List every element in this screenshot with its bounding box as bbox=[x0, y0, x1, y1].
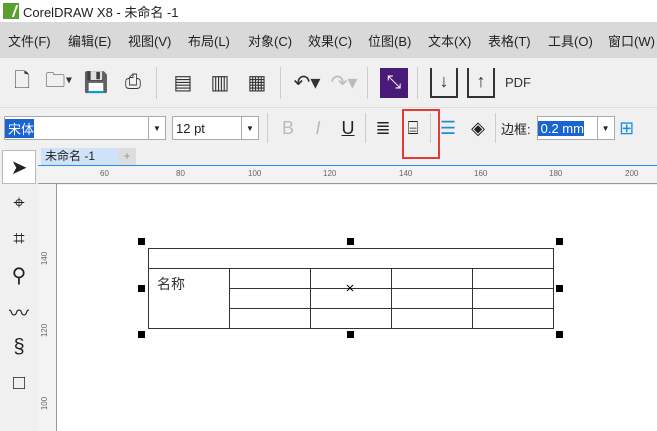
selection-handle[interactable] bbox=[347, 331, 354, 338]
border-width-select[interactable]: 0.2 mm ▼ bbox=[536, 116, 615, 140]
import-icon[interactable]: ↓ bbox=[430, 67, 458, 98]
coreldraw-logo-icon bbox=[3, 3, 19, 19]
underline-button[interactable]: U bbox=[336, 115, 360, 141]
ruler-label: 120 bbox=[40, 323, 50, 338]
freehand-tool-icon[interactable]: 〰 bbox=[2, 294, 36, 328]
crop-tool-icon[interactable]: ⌗ bbox=[2, 222, 36, 256]
drawing-canvas[interactable]: 名称 bbox=[57, 185, 657, 431]
search-content-icon[interactable]: ⤡ bbox=[380, 67, 408, 98]
selection-handle[interactable] bbox=[138, 285, 145, 292]
export-icon[interactable]: ↑ bbox=[467, 67, 495, 98]
text-align-icon[interactable]: ≣ bbox=[371, 115, 395, 141]
redo-icon[interactable]: ↷▾ bbox=[330, 68, 358, 98]
ruler-label: 160 bbox=[474, 169, 488, 178]
separator bbox=[365, 113, 366, 143]
ruler-label: 140 bbox=[399, 169, 413, 178]
undo-icon[interactable]: ↶▾ bbox=[293, 68, 321, 98]
separator bbox=[495, 113, 496, 143]
artistic-media-icon[interactable]: § bbox=[2, 330, 36, 364]
publish-pdf-icon[interactable]: PDF bbox=[504, 68, 532, 98]
ruler-label: 200 bbox=[625, 169, 639, 178]
selection-handle[interactable] bbox=[556, 238, 563, 245]
selection-handle[interactable] bbox=[556, 285, 563, 292]
open-folder-icon[interactable]: 🗀▾ bbox=[45, 68, 73, 98]
bold-button[interactable]: B bbox=[276, 115, 300, 141]
border-label: 边框: bbox=[501, 121, 531, 137]
ruler-label: 120 bbox=[323, 169, 337, 178]
ruler-label: 100 bbox=[248, 169, 262, 178]
document-tabs: 未命名 -1 + bbox=[38, 148, 657, 166]
menu-view[interactable]: 视图(V) bbox=[128, 31, 188, 50]
separator bbox=[417, 66, 418, 99]
window-title: CorelDRAW X8 - 未命名 -1 bbox=[23, 4, 179, 20]
font-size-value: 12 pt bbox=[176, 120, 205, 136]
font-family-select[interactable]: 宋体 ▼ bbox=[4, 116, 166, 140]
menu-file[interactable]: 文件(F) bbox=[8, 31, 68, 50]
menu-tools[interactable]: 工具(O) bbox=[548, 31, 608, 50]
standard-toolbar: 🗋 🗀▾ 💾 ⎙ ▤ ▥ ▦ ↶▾ ↷▾ ⤡ ↓ ↑ PDF bbox=[0, 58, 657, 108]
ruler-label: 140 bbox=[40, 251, 50, 266]
property-bar: 宋体 ▼ 12 pt ▼ B I U ≣ ⌸ ☰ ◈ 边框: 0.2 mm ▼ … bbox=[0, 110, 657, 146]
fill-icon[interactable]: ◈ bbox=[466, 115, 490, 141]
chevron-down-icon[interactable]: ▼ bbox=[241, 117, 258, 139]
selection-handle[interactable] bbox=[347, 238, 354, 245]
menu-window[interactable]: 窗口(W) bbox=[608, 31, 655, 50]
save-icon[interactable]: 💾 bbox=[82, 68, 110, 98]
ruler-label: 80 bbox=[176, 169, 185, 178]
toolbox: ➤ ⌖ ⌗ ⚲ 〰 § □ bbox=[0, 148, 38, 431]
chevron-down-icon[interactable]: ▼ bbox=[148, 117, 165, 139]
ruler-label: 60 bbox=[100, 169, 109, 178]
separator bbox=[280, 66, 281, 99]
pick-tool-icon[interactable]: ➤ bbox=[2, 150, 36, 184]
menu-text[interactable]: 文本(X) bbox=[428, 31, 488, 50]
table-object[interactable] bbox=[57, 185, 657, 431]
horizontal-ruler[interactable]: 60 80 100 120 140 160 180 200 bbox=[38, 167, 657, 184]
menu-object[interactable]: 对象(C) bbox=[248, 31, 308, 50]
menu-bitmaps[interactable]: 位图(B) bbox=[368, 31, 428, 50]
cut-icon[interactable]: ▤ bbox=[169, 68, 197, 98]
table-cell-text[interactable]: 名称 bbox=[157, 274, 185, 294]
menu-effects[interactable]: 效果(C) bbox=[308, 31, 368, 50]
separator bbox=[267, 113, 268, 143]
font-family-value: 宋体 bbox=[5, 118, 35, 138]
chevron-down-icon[interactable]: ▼ bbox=[596, 117, 614, 139]
print-icon[interactable]: ⎙ bbox=[119, 68, 147, 98]
selection-handle[interactable] bbox=[138, 331, 145, 338]
menu-table[interactable]: 表格(T) bbox=[488, 31, 548, 50]
selection-handle[interactable] bbox=[556, 331, 563, 338]
copy-icon[interactable]: ▥ bbox=[206, 68, 234, 98]
ruler-label: 180 bbox=[549, 169, 563, 178]
title-bar: CorelDRAW X8 - 未命名 -1 bbox=[0, 0, 657, 22]
italic-button[interactable]: I bbox=[306, 115, 330, 141]
tab-document[interactable]: 未命名 -1 bbox=[41, 148, 118, 165]
zoom-tool-icon[interactable]: ⚲ bbox=[2, 258, 36, 292]
shape-tool-icon[interactable]: ⌖ bbox=[2, 186, 36, 220]
separator bbox=[156, 66, 157, 99]
add-tab-button[interactable]: + bbox=[118, 148, 136, 165]
paste-icon[interactable]: ▦ bbox=[243, 68, 271, 98]
ruler-label: 100 bbox=[40, 396, 50, 411]
font-size-select[interactable]: 12 pt ▼ bbox=[172, 116, 259, 140]
menu-bar: 文件(F) 编辑(E) 视图(V) 布局(L) 对象(C) 效果(C) 位图(B… bbox=[0, 22, 657, 58]
new-document-icon[interactable]: 🗋 bbox=[8, 68, 36, 98]
border-width-value: 0.2 mm bbox=[537, 120, 584, 136]
separator bbox=[367, 66, 368, 99]
menu-layout[interactable]: 布局(L) bbox=[188, 31, 248, 50]
menu-edit[interactable]: 编辑(E) bbox=[68, 31, 128, 50]
rectangle-tool-icon[interactable]: □ bbox=[2, 366, 36, 400]
vertical-ruler[interactable]: 140 120 100 bbox=[38, 184, 57, 431]
selection-handle[interactable] bbox=[138, 238, 145, 245]
add-column-icon[interactable]: ⊞ bbox=[619, 115, 635, 141]
